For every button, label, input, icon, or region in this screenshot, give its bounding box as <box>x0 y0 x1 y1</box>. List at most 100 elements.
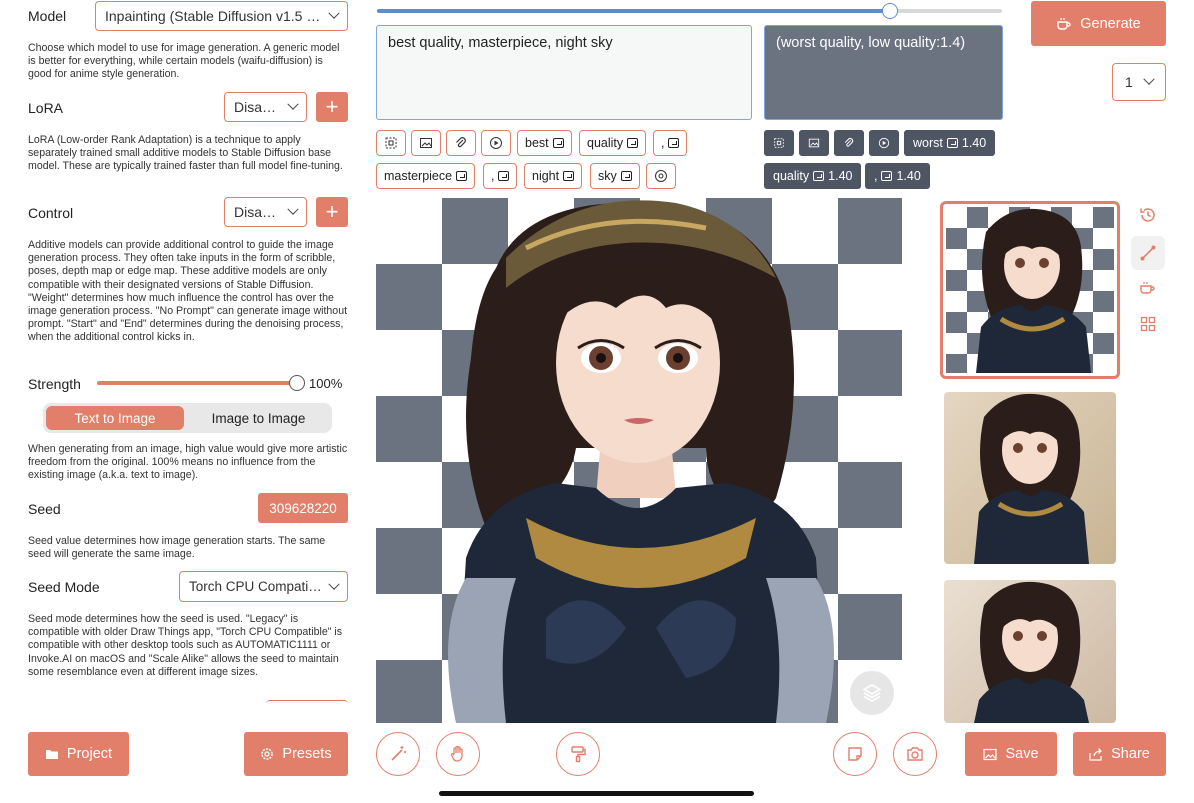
paint-roller-tool[interactable] <box>556 732 600 776</box>
add-token-button[interactable] <box>646 163 676 189</box>
home-indicator <box>439 791 754 796</box>
control-select[interactable]: Disabled <box>224 197 307 227</box>
next-control-edge <box>266 700 348 704</box>
eraser-tool[interactable] <box>496 732 540 776</box>
play-circle-icon <box>878 137 890 149</box>
seed-mode-description: Seed mode determines how the seed is use… <box>28 613 343 678</box>
save-button-label: Save <box>1005 746 1039 762</box>
strength-description: When generating from an image, high valu… <box>28 443 348 482</box>
edit-line-button[interactable] <box>1131 236 1165 270</box>
folder-icon <box>45 750 58 759</box>
image-canvas[interactable] <box>376 198 902 723</box>
mode-segmented-control: Text to Image Image to Image <box>43 403 332 433</box>
plus-icon: + <box>325 199 339 224</box>
share-button[interactable]: Share <box>1073 732 1166 776</box>
batch-count-value: 1 <box>1125 74 1133 90</box>
prompt-token-text: quality <box>587 136 624 150</box>
return-icon <box>498 171 510 181</box>
sticky-note-tool[interactable] <box>833 732 877 776</box>
negative-token-weight: 1.40 <box>896 169 921 183</box>
history-thumbnail[interactable] <box>944 392 1116 564</box>
queue-button[interactable] <box>1135 275 1161 301</box>
share-button-label: Share <box>1111 746 1150 762</box>
history-thumbnail-selected[interactable] <box>940 201 1120 379</box>
negative-token[interactable]: quality 1.40 <box>764 163 862 189</box>
seed-mode-label: Seed Mode <box>28 579 100 595</box>
negative-token[interactable]: worst 1.40 <box>904 130 996 156</box>
neg-attach-button[interactable] <box>834 130 864 156</box>
portrait-thumbnail <box>974 581 1089 723</box>
paperclip-icon <box>456 137 466 148</box>
generate-button[interactable]: Generate <box>1031 1 1166 46</box>
prompt-token[interactable]: , <box>483 163 518 189</box>
prompt-token-text: masterpiece <box>384 169 453 183</box>
tab-text-to-image[interactable]: Text to Image <box>46 406 184 430</box>
chevron-down-icon <box>328 578 340 590</box>
prompt-token[interactable]: masterpiece <box>376 163 476 189</box>
batch-count-select[interactable]: 1 <box>1112 63 1166 101</box>
hand-tool[interactable] <box>436 732 480 776</box>
return-icon <box>627 138 639 148</box>
steps-slider[interactable] <box>377 9 1002 13</box>
steps-slider-handle[interactable] <box>881 3 898 19</box>
return-icon <box>552 138 564 148</box>
image-icon <box>420 138 432 148</box>
seed-label: Seed <box>28 501 61 517</box>
prompt-token[interactable]: best <box>517 130 572 156</box>
negative-token-text: , <box>874 169 878 183</box>
prompt-token[interactable]: quality <box>579 130 647 156</box>
history-button[interactable] <box>1135 202 1161 228</box>
presets-button-label: Presets <box>282 746 332 762</box>
attach-button[interactable] <box>446 130 476 156</box>
history-thumbnail[interactable] <box>944 580 1116 723</box>
negative-prompt-input[interactable]: (worst quality, low quality:1.4) <box>764 25 1003 120</box>
prompt-token[interactable]: sky <box>590 163 640 189</box>
hand-icon <box>450 745 463 762</box>
lora-select[interactable]: Disabled <box>224 92 307 122</box>
tab-image-to-image[interactable]: Image to Image <box>188 406 329 430</box>
positive-prompt-input[interactable]: best quality, masterpiece, night sky <box>376 25 752 120</box>
steps-slider-fill <box>377 9 890 13</box>
prompt-token-text: sky <box>598 169 617 183</box>
chevron-down-icon <box>328 7 340 19</box>
camera-tool[interactable] <box>893 732 937 776</box>
project-button[interactable]: Project <box>28 732 129 776</box>
neg-play-preview-button[interactable] <box>869 130 899 156</box>
return-icon <box>563 171 575 181</box>
return-icon <box>881 171 893 181</box>
layers-icon <box>862 684 882 702</box>
prompt-token-text: best <box>525 136 549 150</box>
neg-image-insert-button[interactable] <box>799 130 829 156</box>
grid-view-button[interactable] <box>1135 311 1161 337</box>
camera-icon <box>907 747 923 761</box>
seed-mode-select[interactable]: Torch CPU Compatible <box>179 571 348 602</box>
strength-slider[interactable] <box>97 381 297 385</box>
image-icon <box>983 748 998 760</box>
neg-select-area-button[interactable] <box>764 130 794 156</box>
negative-token[interactable]: , 1.40 <box>865 163 930 189</box>
seed-field[interactable]: 309628220 <box>258 493 348 523</box>
layers-button[interactable] <box>850 671 894 715</box>
eraser-icon <box>509 748 525 762</box>
paint-roller-icon <box>571 746 586 763</box>
return-icon <box>620 171 632 181</box>
strength-value: 100% <box>309 376 343 391</box>
model-select-value: Inpainting (Stable Diffusion v1.5 In ... <box>105 8 324 24</box>
lora-label: LoRA <box>28 100 64 116</box>
presets-button[interactable]: Presets <box>244 732 348 776</box>
return-icon <box>813 171 825 181</box>
magic-wand-tool[interactable] <box>376 732 420 776</box>
add-control-button[interactable]: + <box>316 197 348 227</box>
add-lora-button[interactable]: + <box>316 92 348 122</box>
image-insert-button[interactable] <box>411 130 441 156</box>
save-button[interactable]: Save <box>965 732 1057 776</box>
model-select[interactable]: Inpainting (Stable Diffusion v1.5 In ... <box>95 1 348 31</box>
line-tool-icon <box>1140 245 1156 261</box>
prompt-token[interactable]: night <box>524 163 583 189</box>
control-select-value: Disabled <box>234 204 283 220</box>
plus-icon: + <box>325 94 339 119</box>
strength-slider-handle[interactable] <box>289 375 305 391</box>
prompt-token[interactable]: , <box>653 130 688 156</box>
play-preview-button[interactable] <box>481 130 511 156</box>
select-area-button[interactable] <box>376 130 406 156</box>
